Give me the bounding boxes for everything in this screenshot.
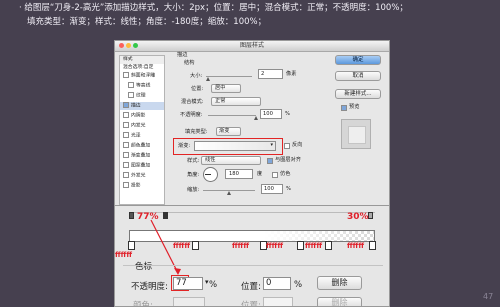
dialog-title: 图层样式 [239,42,264,49]
style-label: 样式: [187,158,200,164]
style-item-bevel[interactable]: 斜面和浮雕 [120,72,164,80]
stroke-opacity-unit: % [285,111,290,117]
gradient-editor-panel: 77% 30% ffffff ffffff ffffff ffffff ffff… [114,205,390,307]
angle-dial-needle [205,174,211,175]
size-label: 大小: [190,73,203,79]
reverse-checkbox[interactable] [284,143,290,149]
ok-button[interactable]: 确定 [335,55,381,65]
gradient-picker[interactable]: ▾ [194,141,276,151]
delete-stop-button[interactable]: 删除 [317,276,362,290]
align-with-layer-label: 与图层对齐 [275,157,301,163]
style-item-pattern-overlay[interactable]: 图案叠加 [120,162,164,170]
new-style-button[interactable]: 新建样式... [335,89,381,99]
dither-checkbox[interactable] [272,172,278,178]
blend-mode-dropdown[interactable]: 正常 [211,97,261,106]
stop-color-swatch[interactable] [173,297,205,306]
stop-location-unit: % [294,280,303,290]
style-list-header: 样式 [120,56,164,64]
minimize-window-icon[interactable] [126,43,131,48]
fill-type-dropdown[interactable]: 渐变 [216,127,241,136]
stroke-opacity-input[interactable]: 100 [260,109,282,119]
preview-checkbox[interactable] [341,105,347,111]
stroke-opacity-slider[interactable] [208,115,256,116]
stop-opacity-unit: % [209,280,218,290]
angle-dial[interactable] [203,167,218,182]
stroke-opacity-slider-handle[interactable] [254,116,258,120]
style-item-color-overlay[interactable]: 颜色叠加 [120,142,164,150]
caption-line-2: 填充类型：渐变；样式：线性；角度：-180度；缩放：100%； [27,17,267,27]
dialog-titlebar: 图层样式 [115,41,389,52]
gradient-label: 渐变: [178,143,191,149]
stroke-group-title: 描边 [177,52,188,58]
close-window-icon[interactable] [119,43,124,48]
dither-label: 仿色 [280,171,291,177]
cancel-button[interactable]: 取消 [335,71,381,81]
size-input[interactable]: 2 [258,69,283,79]
position-label: 位置: [191,86,204,92]
delete-color-stop-button[interactable]: 删除 [317,297,362,306]
color-stops-divider [123,265,383,266]
chevron-down-icon: ▾ [270,142,273,148]
style-item-inner-glow[interactable]: 内发光 [120,122,164,130]
reverse-label: 反向 [292,142,303,148]
blend-options-item[interactable]: 混合选项:自定 [120,64,164,72]
stop-location-input[interactable]: 0 [263,277,291,290]
style-item-gradient-overlay[interactable]: 渐变叠加 [120,152,164,160]
caption-line-1: · 给图层“刀身-2-高光”添加描边样式，大小：2px；位置：居中；混合模式：正… [19,3,408,13]
gradient-style-dropdown[interactable]: 线性 [201,156,261,165]
scale-unit: % [286,186,291,192]
size-unit: 像素 [286,71,297,77]
style-item-contour[interactable]: 等高线 [120,82,164,90]
preview-swatch [348,126,366,144]
angle-input[interactable]: 180 [225,169,253,179]
page-number: 47 [483,292,494,301]
stop-color-location-input[interactable] [263,297,293,306]
zoom-window-icon[interactable] [133,43,138,48]
stop-opacity-input[interactable]: 77 [173,277,203,290]
align-with-layer-checkbox[interactable] [267,158,273,164]
style-item-outer-glow[interactable]: 外发光 [120,172,164,180]
style-item-satin[interactable]: 光泽 [120,132,164,140]
structure-title: 结构 [184,60,195,66]
position-dropdown[interactable]: 居中 [211,84,241,93]
fill-type-label: 填充类型: [185,129,208,135]
blend-mode-label: 混合模式: [181,99,204,105]
layer-style-dialog: 图层样式 样式 混合选项:自定 斜面和浮雕 等高线 纹理 描边 内阴影 内发光 … [114,40,390,206]
stop-location-label: 位置: [241,282,261,292]
stop-opacity-stepper[interactable]: ▾ [205,278,209,286]
stop-color-location-label: 位置: [241,301,261,307]
style-item-stroke[interactable]: 描边 [120,102,164,110]
preview-label: 预览 [349,104,360,110]
color-stops-title: 色标 [135,262,153,272]
stop-color-label: 颜色: [133,301,153,307]
scale-input[interactable]: 100 [261,184,283,194]
angle-unit: 度 [257,171,263,177]
scale-label: 缩放: [187,187,200,193]
size-slider-handle[interactable] [206,77,210,81]
size-slider[interactable] [206,76,252,77]
style-list: 样式 混合选项:自定 斜面和浮雕 等高线 纹理 描边 内阴影 内发光 光泽 颜色… [119,55,165,205]
style-item-drop-shadow[interactable]: 投影 [120,182,164,190]
style-preview-thumbnail [341,119,371,149]
style-item-texture[interactable]: 纹理 [120,92,164,100]
style-item-inner-shadow[interactable]: 内阴影 [120,112,164,120]
angle-label: 角度: [187,172,200,178]
stroke-opacity-label: 不透明度: [180,112,203,118]
scale-slider-handle[interactable] [227,191,231,195]
stop-opacity-label: 不透明度: [131,282,168,292]
